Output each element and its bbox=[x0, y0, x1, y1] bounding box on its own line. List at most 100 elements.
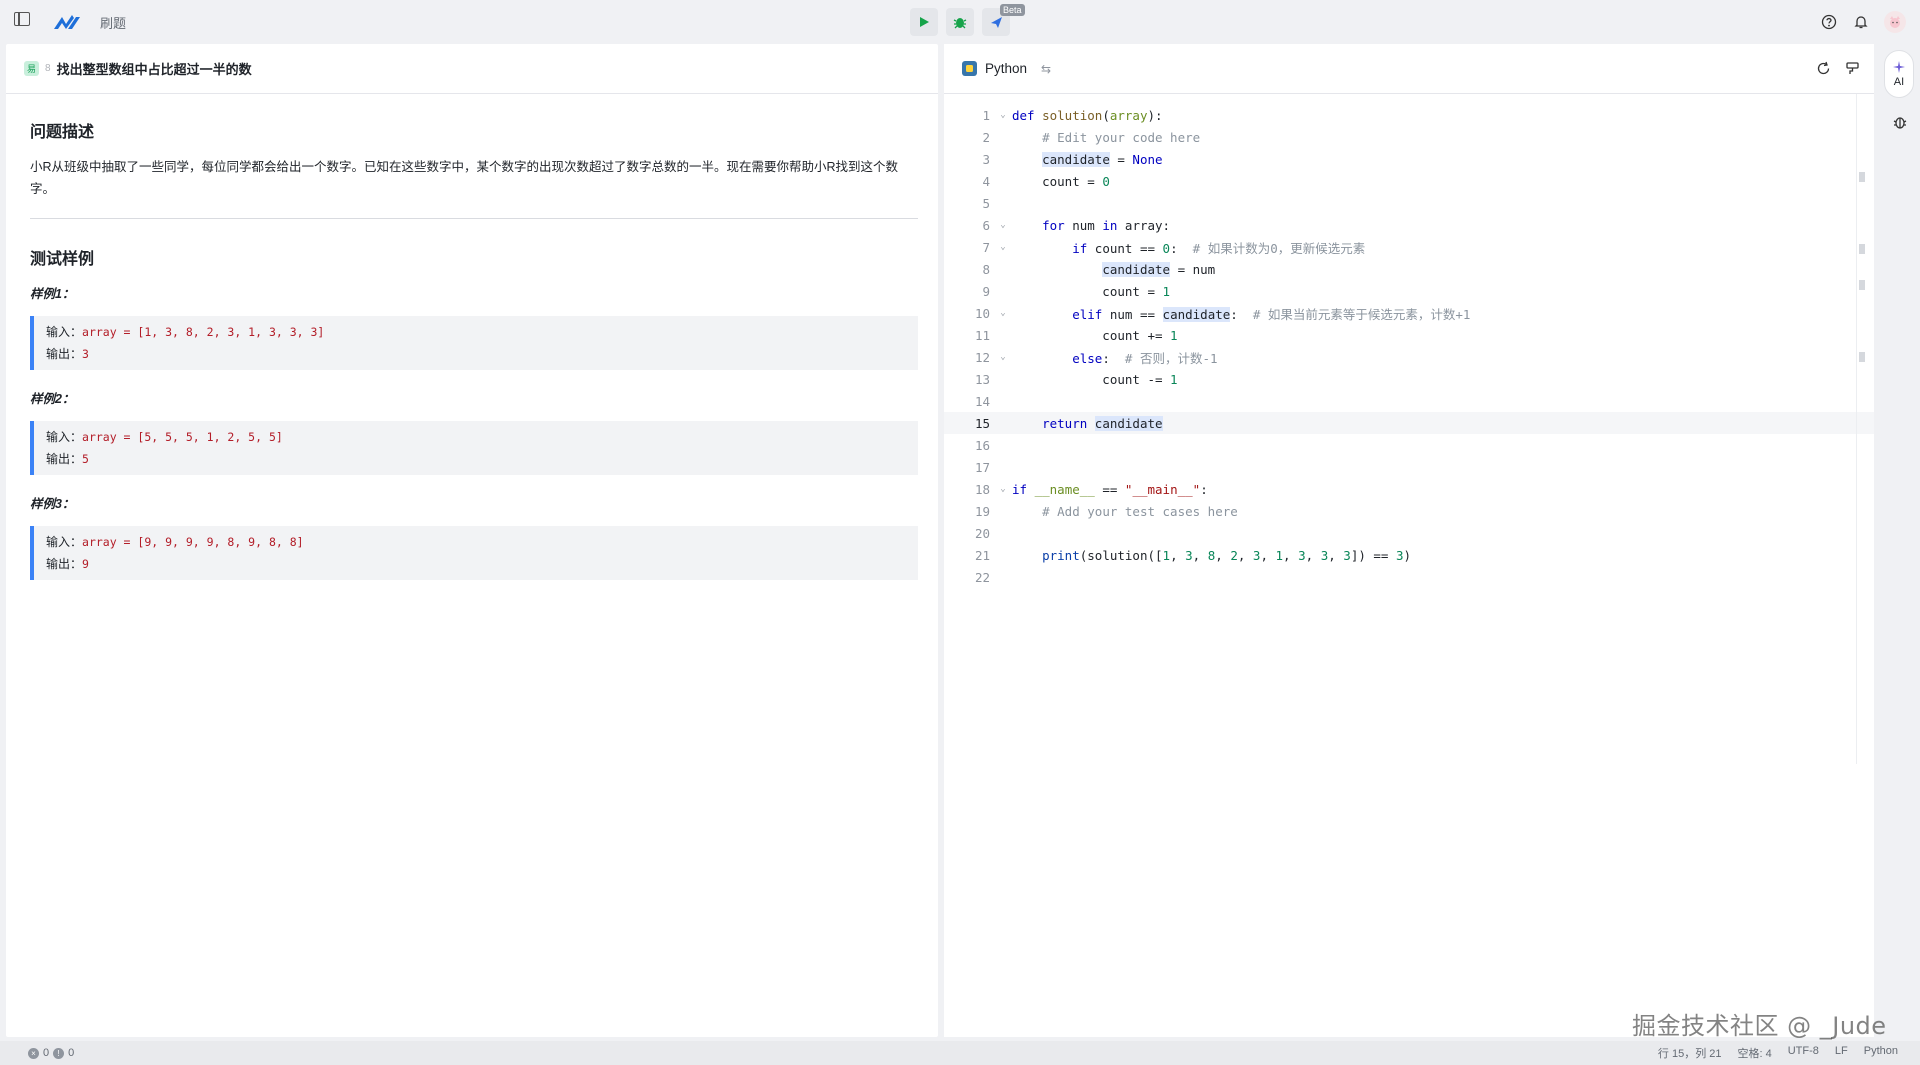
code-text: if __name__ == "__main__": bbox=[1012, 481, 1208, 497]
fold-icon[interactable]: ⌄ bbox=[996, 484, 1010, 494]
code-line[interactable]: 1 ⌄ def solution(array): bbox=[944, 104, 1874, 126]
line-number: 19 bbox=[974, 503, 990, 519]
code-line[interactable]: 16 bbox=[944, 434, 1874, 456]
code-line[interactable]: 21 print(solution([1, 3, 8, 2, 3, 1, 3, … bbox=[944, 544, 1874, 566]
code-line[interactable]: 17 bbox=[944, 456, 1874, 478]
code-line[interactable]: 8 candidate = num bbox=[944, 258, 1874, 280]
fold-icon[interactable]: ⌄ bbox=[996, 308, 1010, 318]
bug-report-icon[interactable] bbox=[1892, 114, 1908, 130]
fold-icon[interactable]: ⌄ bbox=[996, 352, 1010, 362]
editor-header-actions bbox=[1816, 61, 1860, 76]
output-label: 输出： bbox=[46, 347, 83, 361]
avatar[interactable] bbox=[1884, 11, 1906, 33]
reset-icon[interactable] bbox=[1816, 61, 1831, 76]
logo-icon[interactable] bbox=[52, 12, 82, 32]
encoding[interactable]: UTF-8 bbox=[1788, 1045, 1819, 1061]
indentation[interactable]: 空格: 4 bbox=[1738, 1045, 1772, 1061]
code-line[interactable]: 3 candidate = None bbox=[944, 148, 1874, 170]
swap-icon[interactable]: ⇆ bbox=[1041, 62, 1051, 76]
code-line[interactable]: 6 ⌄ for num in array: bbox=[944, 214, 1874, 236]
line-number: 8 bbox=[982, 261, 990, 277]
code-text: def solution(array): bbox=[1012, 107, 1163, 123]
bug-icon bbox=[953, 18, 967, 29]
error-count: 0 bbox=[43, 1047, 50, 1059]
run-controls: Beta bbox=[910, 4, 1025, 36]
code-line[interactable]: 5 bbox=[944, 192, 1874, 214]
code-line[interactable]: 22 bbox=[944, 566, 1874, 588]
code-text: return candidate bbox=[1042, 415, 1163, 431]
help-icon[interactable] bbox=[1820, 13, 1838, 31]
line-number: 17 bbox=[974, 459, 990, 475]
code-text: candidate = num bbox=[1102, 261, 1216, 277]
code-line[interactable]: 7 ⌄ if count == 0: # 如果计数为0，更新候选元素 bbox=[944, 236, 1874, 258]
scroll-marker bbox=[1859, 352, 1865, 362]
status-language[interactable]: Python bbox=[1864, 1045, 1898, 1061]
line-number: 15 bbox=[974, 415, 990, 431]
code-line[interactable]: 18 ⌄ if __name__ == "__main__": bbox=[944, 478, 1874, 500]
description-heading: 问题描述 bbox=[30, 124, 95, 141]
code-line[interactable]: 14 bbox=[944, 390, 1874, 412]
code-line[interactable]: 20 bbox=[944, 522, 1874, 544]
code-text: # Add your test cases here bbox=[1042, 503, 1238, 519]
fold-icon[interactable]: ⌄ bbox=[996, 220, 1010, 230]
code-line[interactable]: 13 count -= 1 bbox=[944, 368, 1874, 390]
sidebar-toggle-icon[interactable] bbox=[14, 12, 30, 26]
code-line[interactable]: 19 # Add your test cases here bbox=[944, 500, 1874, 522]
python-icon bbox=[962, 61, 977, 76]
line-number: 2 bbox=[982, 129, 990, 145]
code-line[interactable]: 4 count = 0 bbox=[944, 170, 1874, 192]
top-bar: 刷题 Beta bbox=[0, 0, 1920, 44]
status-right: 行 15，列 21 空格: 4 UTF-8 LF Python bbox=[1658, 1045, 1898, 1061]
send-icon bbox=[990, 16, 1002, 28]
editor-scrollbar[interactable] bbox=[1856, 94, 1866, 764]
ai-assistant-button[interactable]: AI bbox=[1884, 50, 1914, 98]
divider bbox=[30, 218, 918, 219]
breadcrumb[interactable]: 刷题 bbox=[100, 13, 126, 32]
difficulty-badge: 易 bbox=[24, 61, 39, 76]
example-box: 输入：array = [9, 9, 9, 9, 8, 9, 8, 8] 输出：9 bbox=[30, 526, 918, 580]
scroll-marker bbox=[1859, 244, 1865, 254]
end-of-line[interactable]: LF bbox=[1835, 1045, 1848, 1061]
bell-icon[interactable] bbox=[1852, 13, 1870, 31]
line-number: 14 bbox=[974, 393, 990, 409]
line-number: 5 bbox=[982, 195, 990, 211]
code-line[interactable]: 12 ⌄ else: # 否则，计数-1 bbox=[944, 346, 1874, 368]
scroll-marker bbox=[1859, 280, 1865, 290]
line-number: 1 bbox=[982, 107, 990, 123]
problem-body: 问题描述 小R从班级中抽取了一些同学，每位同学都会给出一个数字。已知在这些数字中… bbox=[6, 94, 938, 580]
example-label: 样例1： bbox=[30, 287, 75, 301]
status-bar: × 0 ! 0 行 15，列 21 空格: 4 UTF-8 LF Python bbox=[0, 1041, 1920, 1065]
line-number: 10 bbox=[974, 305, 990, 321]
code-line[interactable]: 11 count += 1 bbox=[944, 324, 1874, 346]
input-label: 输入： bbox=[46, 535, 83, 549]
debug-button[interactable] bbox=[946, 8, 974, 36]
fold-icon[interactable]: ⌄ bbox=[996, 242, 1010, 252]
language-selector[interactable]: Python bbox=[985, 61, 1027, 76]
line-number: 7 bbox=[982, 239, 990, 255]
line-number: 16 bbox=[974, 437, 990, 453]
code-text: for num in array: bbox=[1042, 217, 1171, 233]
fold-icon[interactable]: ⌄ bbox=[996, 110, 1010, 120]
play-icon bbox=[920, 17, 929, 27]
code-editor[interactable]: 1 ⌄ def solution(array): 2 # Edit your cod… bbox=[944, 94, 1874, 588]
example-output: 3 bbox=[82, 347, 89, 361]
example-output: 9 bbox=[82, 557, 89, 571]
example-box: 输入：array = [1, 3, 8, 2, 3, 1, 3, 3, 3] 输… bbox=[30, 316, 918, 370]
beta-badge: Beta bbox=[1000, 4, 1025, 16]
format-icon[interactable] bbox=[1845, 61, 1860, 76]
submit-button[interactable]: Beta bbox=[982, 4, 1025, 36]
example-box: 输入：array = [5, 5, 5, 1, 2, 5, 5] 输出：5 bbox=[30, 421, 918, 475]
avatar-icon bbox=[1890, 16, 1900, 28]
code-text: else: # 否则，计数-1 bbox=[1072, 350, 1218, 366]
cursor-position[interactable]: 行 15，列 21 bbox=[1658, 1045, 1722, 1061]
input-label: 输入： bbox=[46, 325, 83, 339]
error-icon: × bbox=[28, 1047, 39, 1059]
problems-indicator[interactable]: × 0 ! 0 bbox=[28, 1047, 74, 1059]
code-line[interactable]: 9 count = 1 bbox=[944, 280, 1874, 302]
code-line[interactable]: 10 ⌄ elif num == candidate: # 如果当前元素等于候选元… bbox=[944, 302, 1874, 324]
run-button[interactable] bbox=[910, 8, 938, 36]
code-text: print(solution([1, 3, 8, 2, 3, 1, 3, 3, … bbox=[1042, 547, 1412, 563]
code-line[interactable]: 2 # Edit your code here bbox=[944, 126, 1874, 148]
code-line-active[interactable]: 15 return candidate bbox=[944, 412, 1874, 434]
problem-title: 找出整型数组中占比超过一半的数 bbox=[56, 62, 252, 77]
